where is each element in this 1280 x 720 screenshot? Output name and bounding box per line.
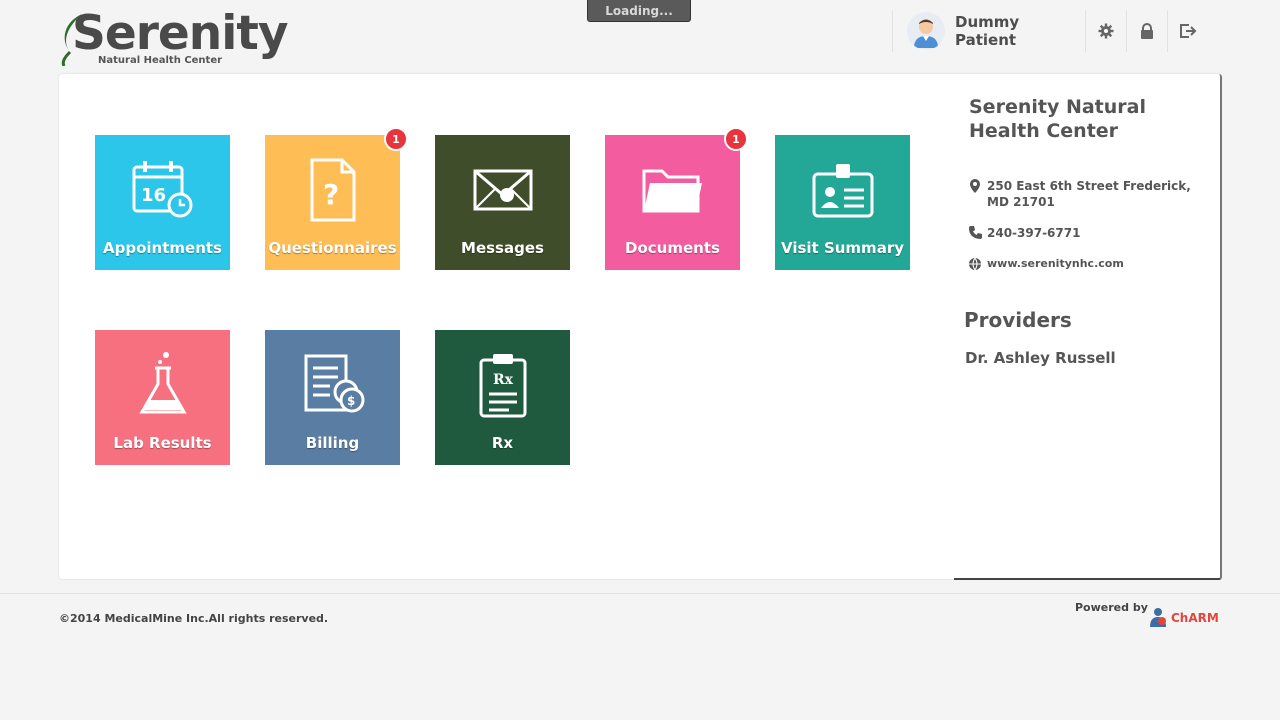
rx-symbol: Rx	[493, 372, 514, 388]
powered-by-text: Powered by	[1075, 601, 1148, 614]
id-badge-icon	[812, 164, 873, 218]
clinic-website: www.serenitynhc.com	[964, 256, 1207, 272]
question-document-icon: ?	[310, 158, 355, 222]
user-name[interactable]: Dummy Patient	[955, 13, 1085, 49]
folder-icon	[642, 169, 702, 213]
tile-visit-summary[interactable]: Visit Summary	[775, 135, 910, 270]
bill-icon: $	[304, 354, 364, 413]
calendar-icon: 16	[132, 161, 192, 218]
flask-icon	[138, 352, 187, 414]
provider-name: Dr. Ashley Russell	[965, 349, 1116, 367]
lock-icon	[1141, 23, 1153, 39]
lock-button[interactable]	[1126, 10, 1167, 52]
calendar-date: 16	[141, 185, 166, 206]
notification-badge: 1	[724, 127, 748, 151]
footer-divider	[0, 593, 1280, 594]
svg-text:$: $	[347, 394, 355, 408]
settings-button[interactable]	[1085, 10, 1126, 52]
avatar[interactable]	[907, 12, 945, 50]
tile-label: Questionnaires	[268, 239, 397, 257]
gear-icon	[1098, 23, 1114, 39]
user-avatar-icon	[914, 19, 938, 48]
notification-badge: 1	[384, 127, 408, 151]
logout-icon	[1180, 24, 1197, 38]
header-user-area: Dummy Patient	[892, 10, 1208, 52]
tile-label: Billing	[305, 434, 360, 452]
tile-messages[interactable]: Messages	[435, 135, 570, 270]
envelope-icon	[473, 169, 532, 211]
logo-tagline: Natural Health Center	[98, 55, 223, 66]
map-marker-icon	[970, 179, 980, 193]
tile-label: Documents	[625, 239, 720, 257]
website-link[interactable]: www.serenitynhc.com	[987, 256, 1207, 272]
clinic-phone: 240-397-6771	[964, 225, 1207, 241]
tile-rx[interactable]: Rx Rx	[435, 330, 570, 465]
providers-heading: Providers	[964, 308, 1072, 332]
tile-label: Visit Summary	[781, 239, 904, 257]
phone-text[interactable]: 240-397-6771	[987, 225, 1207, 241]
prescription-icon: Rx	[479, 354, 526, 418]
phone-icon	[968, 226, 982, 239]
serenity-logo[interactable]: Serenity Natural Health Center	[58, 6, 288, 70]
globe-icon	[969, 257, 981, 271]
loading-indicator: Loading...	[587, 0, 691, 22]
tile-label: Lab Results	[113, 434, 212, 452]
tile-documents[interactable]: Documents 1	[605, 127, 748, 270]
tile-questionnaires[interactable]: ? Questionnaires 1	[265, 127, 408, 270]
svg-text:?: ?	[323, 178, 339, 211]
logo-wordmark: Serenity	[72, 6, 288, 61]
logout-button[interactable]	[1167, 10, 1208, 52]
charm-logo[interactable]: ChARM	[1150, 606, 1224, 630]
address-text: 250 East 6th Street Frederick, MD 21701	[987, 179, 1191, 209]
tile-billing[interactable]: $ Billing	[265, 330, 400, 465]
tile-label: Appointments	[103, 239, 222, 257]
copyright-text: ©2014 MedicalMine Inc.All rights reserve…	[59, 612, 329, 625]
tile-appointments[interactable]: 16 Appointments	[95, 135, 230, 270]
tile-lab-results[interactable]: Lab Results	[95, 330, 230, 465]
charm-logo-text: ChARM	[1171, 611, 1219, 625]
clinic-name: Serenity Natural Health Center	[969, 96, 1146, 142]
tile-label: Rx	[491, 434, 514, 452]
charm-person-icon	[1150, 608, 1166, 627]
tile-label: Messages	[461, 239, 544, 257]
clinic-address: 250 East 6th Street Frederick, MD 21701	[964, 178, 1207, 210]
